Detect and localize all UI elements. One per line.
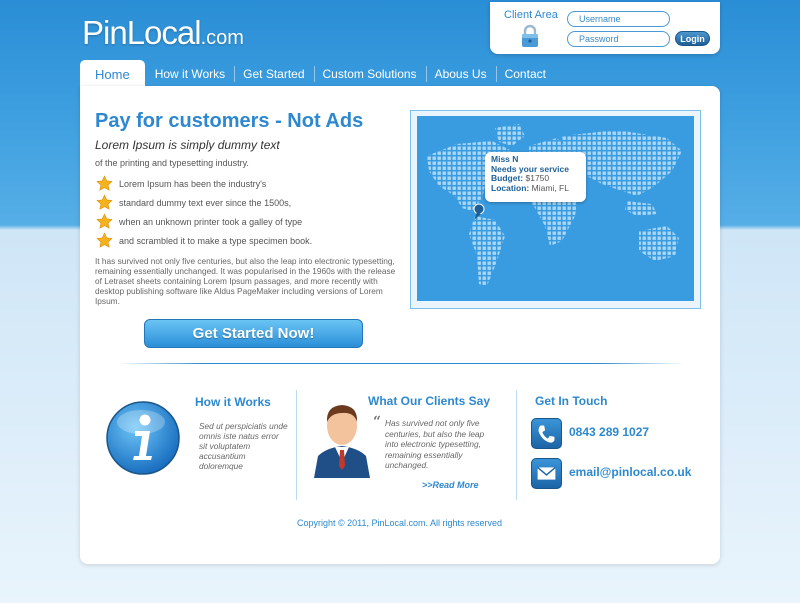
site-logo[interactable]: PinLocal.com [82, 14, 244, 52]
lock-icon [522, 24, 538, 47]
hero-subhead: Lorem Ipsum is simply dummy text [95, 138, 280, 152]
password-input[interactable] [567, 31, 670, 47]
feature-item: Lorem Ipsum has been the industry's [96, 175, 266, 192]
get-started-button[interactable]: Get Started Now! [144, 319, 363, 348]
star-icon [96, 175, 113, 191]
feature-text: and scrambled it to make a type specimen… [119, 235, 313, 246]
nav-get-started[interactable]: Get Started [234, 60, 313, 88]
nav-custom-solutions[interactable]: Custom Solutions [313, 60, 426, 88]
nav-home[interactable]: Home [80, 60, 145, 88]
location-label: Location: [491, 182, 530, 193]
phone-icon [531, 418, 562, 449]
footer-copyright: Copyright © 2011, PinLocal.com. All righ… [297, 518, 503, 528]
hero-paragraph: It has survived not only five centuries,… [95, 256, 396, 306]
get-in-touch-title: Get In Touch [535, 394, 608, 408]
feature-text: when an unknown printer took a galley of… [119, 216, 303, 227]
star-icon [96, 213, 113, 229]
budget-value: $1750 [525, 173, 550, 184]
info-icon [106, 401, 180, 475]
testimonial-quote: Has survived not only five centuries, bu… [385, 418, 485, 470]
logo-domain-text: .com [200, 27, 244, 49]
username-input[interactable] [567, 11, 670, 27]
phone-number[interactable]: 0843 289 1027 [569, 425, 649, 439]
feature-item: and scrambled it to make a type specimen… [96, 232, 312, 249]
section-divider [118, 363, 684, 364]
quote-icon: “ [373, 414, 382, 430]
hero-tagline: of the printing and typesetting industry… [95, 158, 249, 168]
how-it-works-text: Sed ut perspiciatis unde omnis iste natu… [199, 421, 288, 471]
nav-about-us[interactable]: Abous Us [425, 60, 496, 88]
page-headline: Pay for customers - Not Ads [95, 110, 364, 132]
person-icon [314, 405, 370, 478]
client-area-label: Client Area [504, 9, 558, 21]
nav-how-it-works[interactable]: How it Works [146, 60, 234, 88]
logo-main-text: PinLocal [82, 14, 202, 51]
world-map [417, 116, 694, 301]
map-info-bubble: Miss N Needs your service Budget: $1750 … [485, 152, 586, 202]
map-pin-icon [473, 203, 485, 215]
client-area-box: Client Area Login [490, 2, 720, 54]
email-address[interactable]: email@pinlocal.co.uk [569, 465, 691, 479]
star-icon [96, 194, 113, 210]
login-button[interactable]: Login [675, 31, 710, 46]
nav-contact[interactable]: Contact [495, 60, 555, 88]
testimonial-title: What Our Clients Say [368, 394, 491, 408]
feature-item: when an unknown printer took a galley of… [96, 213, 302, 230]
star-icon [96, 232, 113, 248]
feature-text: standard dummy text ever since the 1500s… [119, 197, 292, 208]
how-it-works-title: How it Works [195, 395, 271, 409]
main-nav: Home How it Works Get Started Custom Sol… [80, 60, 555, 88]
email-icon [531, 458, 562, 489]
read-more-link[interactable]: >>Read More [422, 480, 479, 490]
column-divider [516, 390, 517, 500]
feature-item: standard dummy text ever since the 1500s… [96, 194, 291, 211]
column-divider [296, 390, 297, 500]
feature-text: Lorem Ipsum has been the industry's [119, 178, 267, 189]
budget-label: Budget: [491, 173, 524, 184]
location-value: Miami, FL [531, 182, 569, 193]
